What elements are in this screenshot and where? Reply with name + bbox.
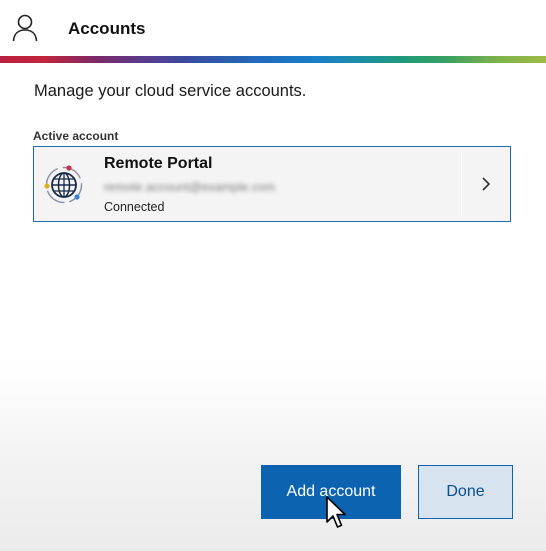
account-name: Remote Portal <box>104 155 213 172</box>
card-divider <box>461 151 462 217</box>
dialog-title: Accounts <box>68 19 146 38</box>
account-email: remote.account@example.com <box>104 180 276 194</box>
mouse-cursor-icon <box>326 496 346 528</box>
chevron-right-icon[interactable] <box>480 176 492 192</box>
active-account-label: Active account <box>33 129 119 143</box>
globe-icon <box>44 165 83 204</box>
accounts-dialog: Accounts Manage your cloud service accou… <box>0 0 546 551</box>
user-icon <box>12 14 38 42</box>
active-account-card[interactable]: Remote Portal remote.account@example.com… <box>33 146 511 222</box>
done-button[interactable]: Done <box>418 465 513 519</box>
intro-text: Manage your cloud service accounts. <box>34 82 307 100</box>
account-status: Connected <box>104 200 165 214</box>
dialog-header: Accounts <box>0 0 546 56</box>
brand-stripe <box>0 56 546 63</box>
